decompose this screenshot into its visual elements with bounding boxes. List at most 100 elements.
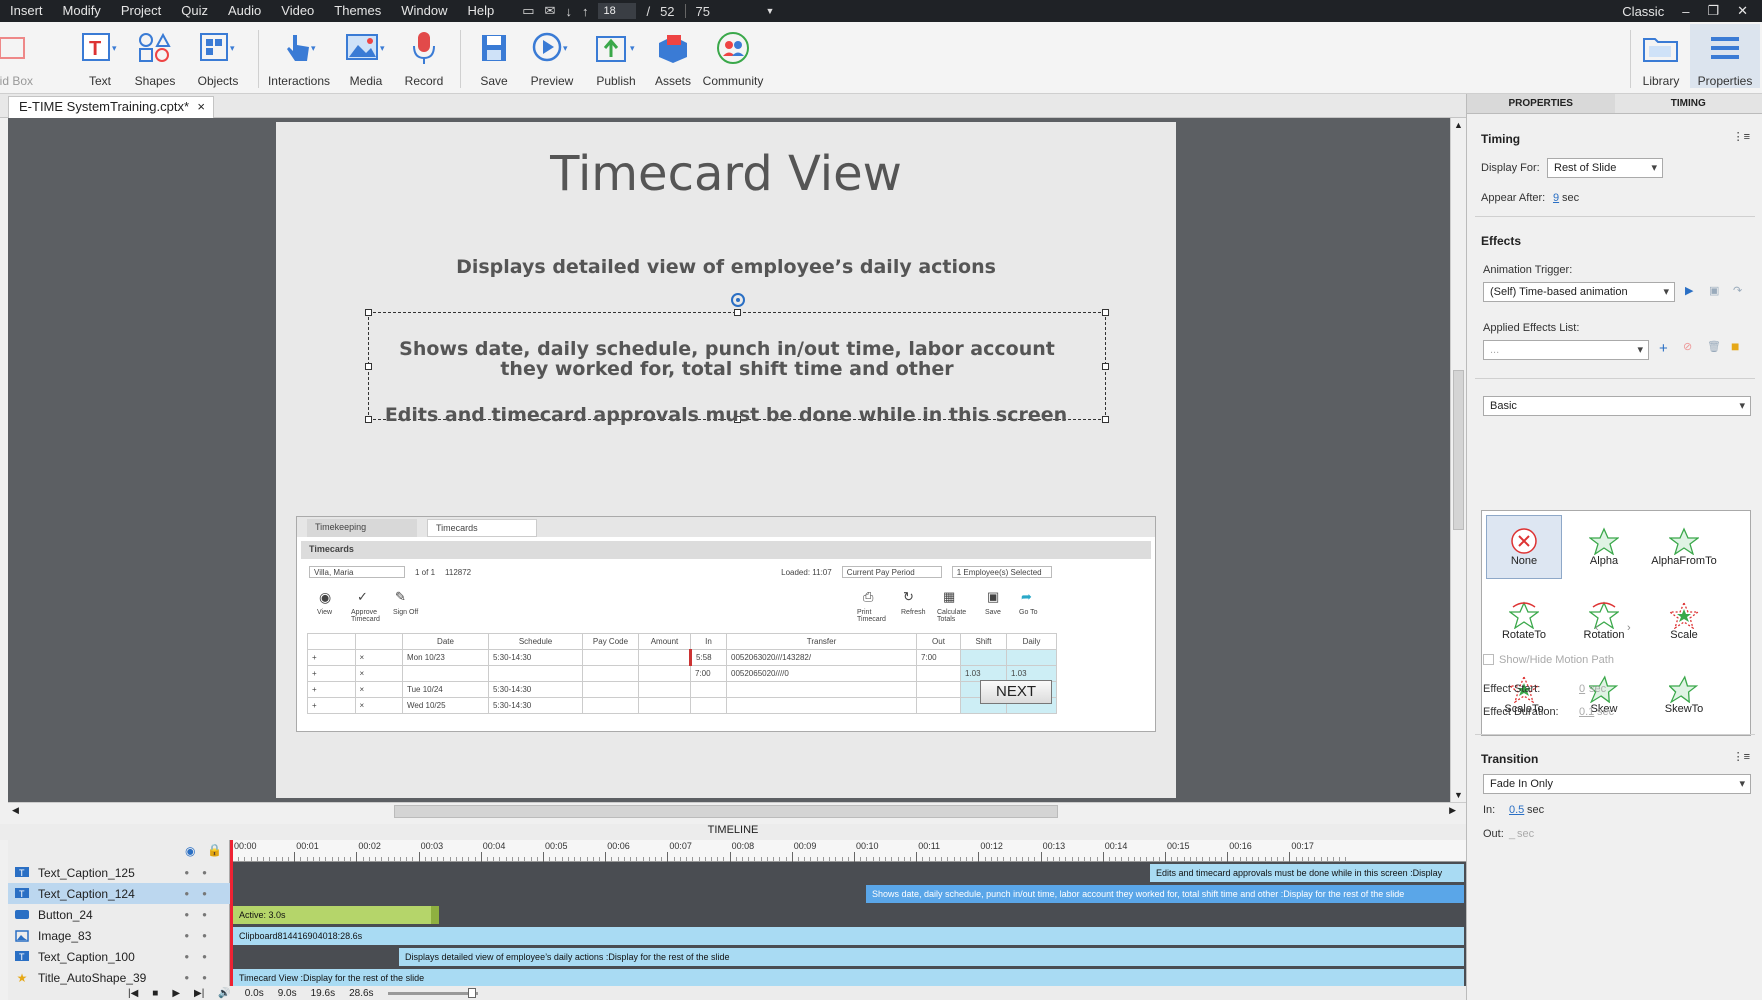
objects-button[interactable]: ▾ Objects xyxy=(183,28,253,88)
mail-icon[interactable]: ✉ xyxy=(545,3,556,19)
document-tab[interactable]: E-TIME SystemTraining.cptx* × xyxy=(8,96,214,118)
redo-icon[interactable]: ↷ xyxy=(1733,284,1742,297)
timeline-title[interactable]: TIMELINE xyxy=(0,824,1466,840)
layer-toggles[interactable]: ●● xyxy=(184,931,220,940)
timeline-layer[interactable]: T Text_Caption_124 ●● xyxy=(8,883,230,904)
effect-rotation[interactable]: Rotation xyxy=(1566,589,1642,653)
arrow-up-icon[interactable]: ↑ xyxy=(582,4,589,19)
effect-duration-input[interactable]: 0.1 xyxy=(1579,706,1594,718)
tab-properties[interactable]: PROPERTIES xyxy=(1467,94,1615,113)
folder-icon[interactable]: ■ xyxy=(1731,338,1739,354)
layer-toggles[interactable]: ●● xyxy=(184,868,220,877)
trigger-select[interactable]: (Self) Time-based animation xyxy=(1483,282,1675,302)
tab-timing[interactable]: TIMING xyxy=(1615,94,1762,113)
stop-icon[interactable]: ■ xyxy=(152,988,158,999)
display-for-select[interactable]: Rest of Slide xyxy=(1547,158,1663,178)
end-icon[interactable]: ▶| xyxy=(194,988,204,999)
save-icon[interactable]: ▣ xyxy=(1709,284,1719,297)
community-button[interactable]: Community xyxy=(698,28,768,88)
caption-edits-approvals[interactable]: Edits and timecard approvals must be don… xyxy=(276,404,1176,426)
effect-skewto[interactable]: SkewTo xyxy=(1646,663,1722,727)
disable-icon[interactable]: ⊘ xyxy=(1683,340,1692,353)
interactions-button[interactable]: ▾ Interactions xyxy=(264,28,334,88)
menu-project[interactable]: Project xyxy=(111,0,171,22)
slide-number-input[interactable]: 18 xyxy=(598,3,637,19)
layer-toggles[interactable]: ●● xyxy=(184,973,220,982)
resize-handle[interactable] xyxy=(1102,363,1109,370)
effect-alpha[interactable]: Alpha xyxy=(1566,515,1642,579)
delete-icon[interactable]: 🗑 xyxy=(1707,340,1721,353)
rewind-icon[interactable]: |◀ xyxy=(128,988,138,999)
close-icon[interactable]: ✕ xyxy=(1737,3,1748,19)
next-page-icon[interactable]: › xyxy=(1627,622,1631,634)
caption-shows-date[interactable]: Shows date, daily schedule, punch in/out… xyxy=(277,339,1177,379)
prev-page-icon[interactable]: ‹ xyxy=(1595,622,1599,634)
motion-path-checkbox[interactable] xyxy=(1483,654,1494,665)
timeline-layer[interactable]: T Text_Caption_125 ●● xyxy=(8,862,230,883)
applied-effects-select[interactable]: ... xyxy=(1483,340,1649,360)
timeline-layer[interactable]: Image_83 ●● xyxy=(8,925,230,946)
slide-canvas[interactable]: Timecard View Displays detailed view of … xyxy=(276,122,1176,798)
slide-title[interactable]: Timecard View xyxy=(276,146,1176,202)
play-icon[interactable]: ▶ xyxy=(172,988,180,999)
menu-video[interactable]: Video xyxy=(271,0,324,22)
shapes-button[interactable]: Shapes xyxy=(120,28,190,88)
timeline-layer[interactable]: Button_24 ●● xyxy=(8,904,230,925)
scroll-down-icon[interactable]: ▼ xyxy=(1454,790,1463,800)
resize-handle[interactable] xyxy=(365,363,372,370)
audio-icon[interactable]: 🔊 xyxy=(218,988,230,999)
menu-audio[interactable]: Audio xyxy=(218,0,271,22)
transition-select[interactable]: Fade In Only xyxy=(1483,774,1751,794)
effect-start-input[interactable]: 0 xyxy=(1579,683,1585,695)
stage-vertical-scrollbar[interactable]: ▲ ▼ xyxy=(1450,118,1466,802)
scroll-up-icon[interactable]: ▲ xyxy=(1454,120,1463,130)
timeline-bar[interactable]: Displays detailed view of employee’s dai… xyxy=(399,948,1464,966)
scroll-right-icon[interactable]: ▶ xyxy=(1449,805,1456,816)
zoom-select[interactable]: 75 xyxy=(696,4,756,19)
effect-none[interactable]: None xyxy=(1486,515,1562,579)
layer-toggles[interactable]: ●● xyxy=(184,889,220,898)
next-button[interactable]: NEXT xyxy=(980,680,1052,704)
chevron-down-icon[interactable]: ▼ xyxy=(766,6,775,16)
appear-after-input[interactable]: 9 xyxy=(1553,192,1559,204)
timeline-bar[interactable]: Edits and timecard approvals must be don… xyxy=(1150,864,1464,882)
timeline-layer[interactable]: ★ Title_AutoShape_39 ●● xyxy=(8,967,230,988)
arrow-down-icon[interactable]: ↓ xyxy=(565,4,572,19)
options-menu-icon[interactable]: ⋮≡ xyxy=(1733,130,1750,143)
effect-scale[interactable]: Scale xyxy=(1646,589,1722,653)
stage-horizontal-scrollbar[interactable]: ◀ ▶ xyxy=(8,802,1466,820)
out-input[interactable]: _ xyxy=(1509,828,1515,840)
scroll-left-icon[interactable]: ◀ xyxy=(12,805,19,816)
quiz-box-button[interactable]: uid Box xyxy=(0,28,48,88)
rotate-handle-icon[interactable] xyxy=(729,291,747,309)
in-input[interactable]: 0.5 xyxy=(1509,804,1524,816)
menu-quiz[interactable]: Quiz xyxy=(171,0,218,22)
scroll-thumb[interactable] xyxy=(394,805,1058,818)
workspace-select[interactable]: Classic xyxy=(1622,4,1664,19)
resize-handle[interactable] xyxy=(365,309,372,316)
eye-icon[interactable]: ◉ xyxy=(185,844,195,858)
minimize-icon[interactable]: – xyxy=(1682,4,1689,19)
timeline-bar[interactable]: Timecard View :Display for the rest of t… xyxy=(233,969,1464,987)
scroll-thumb[interactable] xyxy=(1453,370,1464,530)
menu-help[interactable]: Help xyxy=(458,0,505,22)
add-icon[interactable]: + xyxy=(1659,340,1668,357)
layer-toggles[interactable]: ●● xyxy=(184,910,220,919)
options-menu-icon[interactable]: ⋮≡ xyxy=(1733,750,1750,763)
effect-rotateto[interactable]: RotateTo xyxy=(1486,589,1562,653)
layer-toggles[interactable]: ●● xyxy=(184,952,220,961)
zoom-slider[interactable] xyxy=(387,987,478,998)
record-button[interactable]: Record xyxy=(389,28,459,88)
resize-handle[interactable] xyxy=(1102,309,1109,316)
timeline-bar[interactable]: Active: 3.0s xyxy=(233,906,439,924)
menu-modify[interactable]: Modify xyxy=(53,0,111,22)
resize-handle[interactable] xyxy=(734,309,741,316)
effect-category-select[interactable]: Basic xyxy=(1483,396,1751,416)
menu-window[interactable]: Window xyxy=(391,0,457,22)
timeline-layer[interactable]: T Text_Caption_100 ●● xyxy=(8,946,230,967)
effect-alphafromto[interactable]: AlphaFromTo xyxy=(1646,515,1722,579)
timeline-bar[interactable]: Shows date, daily schedule, punch in/out… xyxy=(866,885,1464,903)
close-tab-icon[interactable]: × xyxy=(197,97,205,117)
menu-insert[interactable]: Insert xyxy=(0,0,53,22)
caption-daily-actions[interactable]: Displays detailed view of employee’s dai… xyxy=(276,256,1176,278)
